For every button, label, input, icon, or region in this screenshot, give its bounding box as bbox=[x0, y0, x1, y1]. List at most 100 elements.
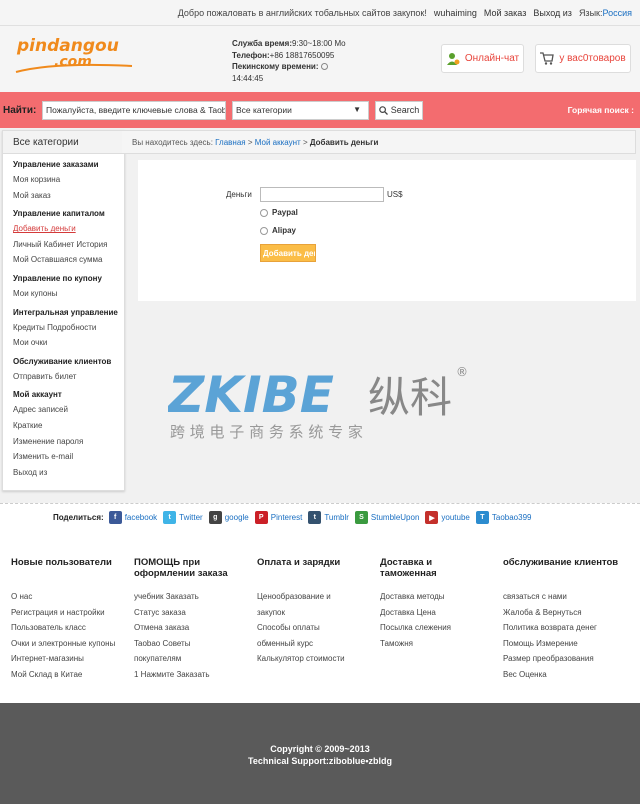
footer-col-payment: Оплата и зарядки Ценообразование и закуп… bbox=[257, 557, 367, 667]
footer-link[interactable]: Таможня bbox=[380, 636, 490, 652]
add-money-panel: Деньги US$ Paypal Alipay Добавить деньги bbox=[138, 160, 636, 301]
footer-link[interactable]: Интернет-магазины bbox=[11, 651, 126, 667]
category-select[interactable]: Все категории ▼ bbox=[232, 100, 369, 120]
sidebar-title[interactable]: Все категории bbox=[3, 131, 124, 154]
footer-link[interactable]: Доставка Цена bbox=[380, 605, 490, 621]
pinterest-icon: P bbox=[254, 511, 268, 524]
footer-link[interactable]: Ценообразование и bbox=[257, 589, 367, 605]
footer-link[interactable]: Помощь Измерение bbox=[503, 636, 628, 652]
sidebar-item-addresses[interactable]: Адрес записей bbox=[13, 402, 124, 418]
footer-link[interactable]: Taobao Советы bbox=[134, 636, 244, 652]
sidebar-item-change-email[interactable]: Изменить e-mail bbox=[13, 449, 124, 465]
footer-link[interactable]: Очки и электронные купоны bbox=[11, 636, 126, 652]
sidebar-item-my-cart[interactable]: Моя корзина bbox=[13, 172, 124, 188]
sidebar-group-account: Мой аккаунт Адрес записей Краткие Измене… bbox=[3, 390, 124, 480]
alipay-label: Alipay bbox=[272, 226, 297, 235]
contact-info: Служба время:9:30~18:00 Mo Телефон:+86 1… bbox=[232, 38, 346, 84]
alipay-radio[interactable] bbox=[260, 226, 268, 235]
footer-col-help: ПОМОЩЬ при оформлении заказа учебник Зак… bbox=[134, 557, 244, 682]
cart-button[interactable]: у вас0товаров bbox=[535, 44, 631, 73]
footer-link[interactable]: Посылка слежения bbox=[380, 620, 490, 636]
share-pinterest[interactable]: P Pinterest bbox=[254, 511, 302, 524]
alipay-option[interactable]: Alipay bbox=[260, 226, 296, 235]
footer-link[interactable]: О нас bbox=[11, 589, 126, 605]
footer-link[interactable]: связаться с нами bbox=[503, 589, 628, 605]
username-link[interactable]: wuhaiming bbox=[434, 8, 477, 18]
watermark-brand: ZKIBE bbox=[168, 366, 334, 424]
share-youtube[interactable]: ▶ youtube bbox=[425, 511, 470, 524]
footer-link[interactable]: Мой Склад в Китае bbox=[11, 667, 126, 683]
logo-text-line2: .com bbox=[54, 54, 92, 70]
search-input[interactable]: Пожалуйста, введите ключевые слова & Tao… bbox=[42, 100, 226, 120]
sidebar-item-my-order[interactable]: Мой заказ bbox=[13, 188, 124, 204]
sidebar-item-add-money[interactable]: Добавить деньги bbox=[13, 221, 124, 237]
share-google[interactable]: g google bbox=[208, 511, 249, 524]
sidebar-group-capital: Управление капиталом Добавить деньги Лич… bbox=[3, 209, 124, 268]
breadcrumb-home[interactable]: Главная bbox=[215, 138, 245, 147]
sidebar-item-credit-details[interactable]: Кредиты Подробности bbox=[13, 320, 124, 336]
phone-label: Телефон: bbox=[232, 50, 270, 60]
add-money-button[interactable]: Добавить деньги bbox=[260, 244, 316, 262]
language-value[interactable]: Россия bbox=[602, 8, 632, 18]
money-input[interactable] bbox=[260, 187, 384, 202]
sidebar-group-points: Интегральная управление Кредиты Подробно… bbox=[3, 308, 124, 351]
share-tumblr[interactable]: t Tumblr bbox=[308, 511, 349, 524]
sidebar: Все категории Управление заказами Моя ко… bbox=[2, 130, 125, 491]
sidebar-item-change-password[interactable]: Изменение пароля bbox=[13, 434, 124, 450]
money-label: Деньги bbox=[226, 190, 252, 199]
search-button-label: Search bbox=[390, 105, 420, 115]
search-icon bbox=[378, 105, 388, 115]
sidebar-group-service: Обслуживание клиентов Отправить билет bbox=[3, 357, 124, 385]
sidebar-item-logout[interactable]: Выход из bbox=[13, 465, 124, 481]
sidebar-item-balance[interactable]: Мой Оставшаяся сумма bbox=[13, 252, 124, 268]
footer-link[interactable]: Вес Оценка bbox=[503, 667, 628, 683]
taobao-icon: T bbox=[475, 511, 489, 524]
watermark-cn-name: 纵科 bbox=[368, 373, 452, 422]
breadcrumb-separator: > bbox=[247, 138, 253, 147]
my-orders-link[interactable]: Мой заказ bbox=[484, 8, 526, 18]
footer-link[interactable]: Жалоба & Вернуться bbox=[503, 605, 628, 621]
share-taobao[interactable]: T Taobao399 bbox=[475, 511, 532, 524]
sidebar-item-profile[interactable]: Краткие bbox=[13, 418, 124, 434]
footer-link[interactable]: Калькулятор стоимости bbox=[257, 651, 367, 667]
share-twitter[interactable]: t Twitter bbox=[163, 511, 203, 524]
footer-col-new-users: Новые пользователи О нас Регистрация и н… bbox=[11, 557, 126, 682]
footer-links: Новые пользователи О нас Регистрация и н… bbox=[0, 531, 640, 703]
paypal-radio[interactable] bbox=[260, 208, 268, 217]
copyright-text: Copyright © 2009~2013 bbox=[270, 744, 370, 754]
footer-link[interactable]: Размер преобразования bbox=[503, 651, 628, 667]
site-logo[interactable]: pindangou .com bbox=[14, 34, 136, 76]
online-chat-button[interactable]: Онлайн-чат bbox=[441, 44, 524, 73]
stumbleupon-icon: S bbox=[354, 511, 368, 524]
share-facebook[interactable]: f facebook bbox=[108, 511, 157, 524]
footer-link[interactable]: Доставка методы bbox=[380, 589, 490, 605]
paypal-option[interactable]: Paypal bbox=[260, 208, 298, 217]
footer-link[interactable]: Статус заказа bbox=[134, 605, 244, 621]
share-taobao-label: Taobao399 bbox=[491, 513, 532, 522]
footer-link[interactable]: 1 Нажмите Заказать bbox=[134, 667, 244, 683]
sidebar-item-history[interactable]: Личный Кабинет История bbox=[13, 237, 124, 253]
sidebar-group-coupons: Управление по купону Мои купоны bbox=[3, 274, 124, 302]
footer-link[interactable]: Политика возврата денег bbox=[503, 620, 628, 636]
footer-link[interactable]: закупок bbox=[257, 605, 367, 621]
footer-link[interactable]: покупателям bbox=[134, 651, 244, 667]
footer-col-delivery: Доставка и таможенная Доставка методы До… bbox=[380, 557, 490, 651]
footer-link[interactable]: учебник Заказать bbox=[134, 589, 244, 605]
share-stumbleupon[interactable]: S StumbleUpon bbox=[354, 511, 419, 524]
footer-col-title: Доставка и таможенная bbox=[380, 557, 437, 579]
sidebar-item-my-points[interactable]: Мои очки bbox=[13, 335, 124, 351]
technical-support-text: Technical Support:ziboblue•zbldg bbox=[248, 756, 392, 766]
sidebar-item-send-ticket[interactable]: Отправить билет bbox=[13, 369, 124, 385]
copyright-footer: Copyright © 2009~2013 Technical Support:… bbox=[0, 703, 640, 804]
search-button[interactable]: Search bbox=[375, 100, 423, 120]
beijing-time-label: Пекинскому времени: bbox=[232, 62, 319, 71]
footer-link[interactable]: Отмена заказа bbox=[134, 620, 244, 636]
footer-link[interactable]: Пользователь класс bbox=[11, 620, 126, 636]
footer-link[interactable]: Регистрация и настройки bbox=[11, 605, 126, 621]
sidebar-item-my-coupons[interactable]: Мои купоны bbox=[13, 286, 124, 302]
footer-link[interactable]: обменный курс bbox=[257, 636, 367, 652]
breadcrumb-account[interactable]: Мой аккаунт bbox=[255, 138, 301, 147]
logout-link[interactable]: Выход из bbox=[533, 8, 572, 18]
language-selector[interactable]: Язык:Россия bbox=[579, 8, 632, 18]
footer-link[interactable]: Способы оплаты bbox=[257, 620, 367, 636]
